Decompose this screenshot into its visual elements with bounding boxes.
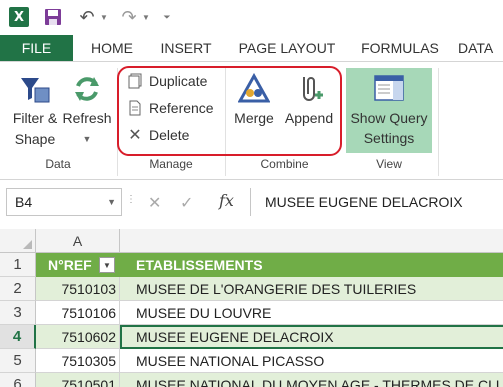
show-query-label-1: Show Query: [350, 110, 428, 126]
ribbon-tabs: FILE HOME INSERT PAGE LAYOUT FORMULAS DA…: [0, 35, 503, 61]
tab-home[interactable]: HOME: [80, 35, 144, 61]
filter-shape-icon: [17, 70, 53, 108]
show-query-label-2: Settings: [363, 130, 415, 146]
group-label-manage: Manage: [149, 157, 193, 171]
select-all-corner[interactable]: [0, 229, 36, 252]
column-header-a[interactable]: A: [36, 229, 120, 252]
redo-icon[interactable]: ↷: [118, 6, 140, 28]
row-number[interactable]: 3: [0, 301, 36, 325]
table-row: 5 7510305 MUSEE NATIONAL PICASSO: [0, 349, 503, 373]
formula-input[interactable]: MUSEE EUGENE DELACROIX: [250, 188, 503, 216]
table-row: 6 7510501 MUSEE NATIONAL DU MOYEN AGE - …: [0, 373, 503, 387]
row-number[interactable]: 1: [0, 253, 36, 277]
excel-logo-icon[interactable]: X: [8, 6, 30, 28]
formula-bar: B4 ▼ ⋮ ✕ ✓ fx MUSEE EUGENE DELACROIX: [0, 180, 503, 225]
table-row: 2 7510103 MUSEE DE L'ORANGERIE DES TUILE…: [0, 277, 503, 301]
undo-dropdown-icon[interactable]: ▼: [98, 6, 110, 28]
row-number[interactable]: 6: [0, 373, 36, 387]
row-number[interactable]: 5: [0, 349, 36, 373]
row-number[interactable]: 4: [0, 325, 36, 349]
name-box[interactable]: B4 ▼: [6, 188, 122, 216]
refresh-button[interactable]: Refresh ▼: [58, 70, 116, 150]
show-query-settings-button[interactable]: Show Query Settings: [346, 68, 432, 153]
name-box-dropdown-icon[interactable]: ▼: [107, 197, 116, 207]
name-box-value: B4: [15, 194, 33, 210]
cell-header-etablissements[interactable]: ETABLISSEMENTS: [120, 253, 503, 277]
query-settings-icon: [374, 68, 404, 108]
cancel-icon[interactable]: ✕: [148, 193, 161, 213]
redo-dropdown-icon[interactable]: ▼: [140, 6, 152, 28]
header-ref-label: N°REF: [48, 256, 92, 273]
table-row: 3 7510106 MUSEE DU LOUVRE: [0, 301, 503, 325]
filter-dropdown-icon[interactable]: ▼: [99, 257, 115, 273]
table-row: 1 N°REF ▼ ETABLISSEMENTS: [0, 253, 503, 277]
cell-ref[interactable]: 7510103: [36, 277, 120, 301]
column-header-row: A: [0, 229, 503, 253]
cell-ref[interactable]: 7510106: [36, 301, 120, 325]
undo-icon[interactable]: ↶: [76, 6, 98, 28]
tab-data[interactable]: DATA: [458, 35, 503, 61]
excel-logo-letter: X: [9, 7, 29, 27]
group-label-view: View: [376, 157, 402, 171]
refresh-icon: [72, 70, 102, 108]
cell-etablissement[interactable]: MUSEE NATIONAL DU MOYEN AGE - THERMES DE…: [120, 373, 503, 387]
group-label-data: Data: [45, 157, 71, 171]
cell-ref[interactable]: 7510305: [36, 349, 120, 373]
tab-file[interactable]: FILE: [0, 35, 73, 61]
group-label-combine: Combine: [260, 157, 309, 171]
refresh-label: Refresh: [62, 110, 112, 126]
save-icon[interactable]: [42, 6, 64, 28]
cell-etablissement[interactable]: MUSEE DU LOUVRE: [120, 301, 503, 325]
cell-etablissement[interactable]: MUSEE NATIONAL PICASSO: [120, 349, 503, 373]
tab-formulas[interactable]: FORMULAS: [352, 35, 448, 61]
filter-shape-button[interactable]: Filter & Shape: [6, 70, 64, 150]
customize-qat-icon[interactable]: ⏷: [160, 6, 174, 28]
row-number[interactable]: 2: [0, 277, 36, 301]
title-bar: X ↶ ▼ ↷ ▼ ⏷: [0, 0, 503, 35]
tab-page-layout[interactable]: PAGE LAYOUT: [228, 35, 346, 61]
formula-bar-grip-icon[interactable]: ⋮: [126, 194, 136, 205]
tab-insert[interactable]: INSERT: [152, 35, 220, 61]
cell-etablissement[interactable]: MUSEE DE L'ORANGERIE DES TUILERIES: [120, 277, 503, 301]
table-row: 4 7510602 MUSEE EUGENE DELACROIX: [0, 325, 503, 349]
insert-function-icon[interactable]: fx: [219, 191, 234, 210]
cell-header-ref[interactable]: N°REF ▼: [36, 253, 120, 277]
cell-ref[interactable]: 7510602: [36, 325, 120, 349]
annotation-highlight-box: [117, 66, 342, 156]
enter-check-icon[interactable]: ✓: [180, 193, 193, 213]
cell-ref[interactable]: 7510501: [36, 373, 120, 387]
cell-etablissement-selected[interactable]: MUSEE EUGENE DELACROIX: [120, 325, 503, 349]
filter-shape-label-2: Shape: [14, 131, 56, 147]
ribbon: Filter & Shape Refresh ▼ Data Duplicate …: [0, 61, 503, 180]
group-divider: [438, 68, 439, 176]
refresh-dropdown-icon[interactable]: ▼: [83, 129, 92, 150]
filter-shape-label-1: Filter &: [12, 110, 58, 126]
